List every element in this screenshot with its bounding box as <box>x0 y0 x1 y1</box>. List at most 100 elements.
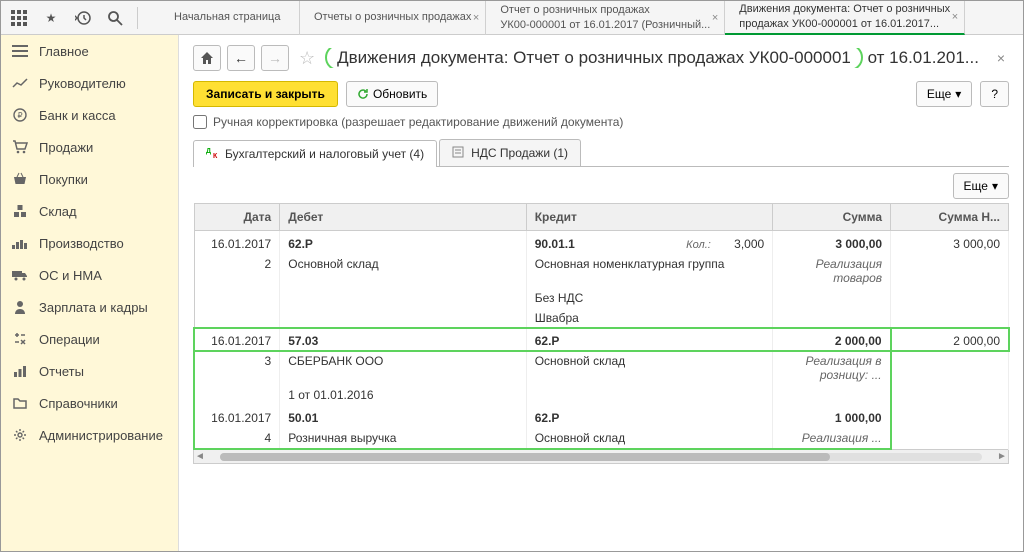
table-row[interactable]: Швабра <box>194 308 1009 328</box>
tab-movements[interactable]: Движения документа: Отчет о розничных пр… <box>725 1 965 35</box>
table-row[interactable]: 3 СБЕРБАНК ООО Основной склад Реализация… <box>194 351 1009 385</box>
table-row[interactable]: 2 Основной склад Основная номенклатурная… <box>194 254 1009 288</box>
cell-debit-account: 62.Р <box>280 231 526 255</box>
close-icon[interactable]: × <box>952 9 958 23</box>
scroll-left-icon[interactable]: ◄ <box>194 451 206 462</box>
tab-retail-report[interactable]: Отчет о розничных продажах УК00-000001 о… <box>486 1 725 35</box>
tab-label-1: Отчет о розничных продажах <box>500 3 710 17</box>
sidebar-item-payroll[interactable]: Зарплата и кадры <box>1 291 178 323</box>
table-more-button[interactable]: Еще ▾ <box>953 173 1009 199</box>
sidebar-item-manager[interactable]: Руководителю <box>1 67 178 99</box>
sidebar-item-label: Операции <box>39 332 100 347</box>
col-date[interactable]: Дата <box>194 204 280 231</box>
cell-sum-n <box>891 405 1009 428</box>
sidebar-item-label: Зарплата и кадры <box>39 300 148 315</box>
star-icon[interactable]: ★ <box>41 8 61 28</box>
table-row[interactable]: 16.01.2017 57.03 62.Р 2 000,00 2 000,00 <box>194 328 1009 351</box>
folder-icon <box>11 395 29 411</box>
sidebar-item-main[interactable]: Главное <box>1 35 178 67</box>
cell-num: 4 <box>194 428 280 449</box>
table-row[interactable]: Без НДС <box>194 288 1009 308</box>
basket-icon <box>11 171 29 187</box>
apps-icon[interactable] <box>9 8 29 28</box>
manual-edit-checkbox[interactable] <box>193 115 207 129</box>
forward-button[interactable]: → <box>261 45 289 71</box>
more-button[interactable]: Еще ▾ <box>916 81 972 107</box>
table-row[interactable]: 16.01.2017 62.Р 90.01.1Кол.: 3,000 3 000… <box>194 231 1009 255</box>
sidebar-item-bank[interactable]: ₽ Банк и касса <box>1 99 178 131</box>
cell-credit-sub1: Основная номенклатурная группа <box>526 254 772 288</box>
sidebar-item-warehouse[interactable]: Склад <box>1 195 178 227</box>
sidebar-item-purchases[interactable]: Покупки <box>1 163 178 195</box>
back-button[interactable]: ← <box>227 45 255 71</box>
cart-icon <box>11 139 29 155</box>
tab-label: Отчеты о розничных продажах <box>314 10 471 24</box>
home-button[interactable] <box>193 45 221 71</box>
cell-date: 16.01.2017 <box>194 231 280 255</box>
col-sum[interactable]: Сумма <box>773 204 891 231</box>
scroll-track[interactable] <box>220 453 982 461</box>
history-icon[interactable] <box>73 8 93 28</box>
table-row[interactable]: 1 от 01.01.2016 <box>194 385 1009 405</box>
subtab-vat[interactable]: НДС Продажи (1) <box>439 139 581 166</box>
gear-icon <box>11 427 29 443</box>
sidebar-item-operations[interactable]: Операции <box>1 323 178 355</box>
col-debit[interactable]: Дебет <box>280 204 526 231</box>
more-label: Еще <box>964 179 988 193</box>
sidebar-item-label: Руководителю <box>39 76 126 91</box>
cell-credit-sub2: Без НДС <box>526 288 772 308</box>
refresh-button[interactable]: Обновить <box>346 81 438 107</box>
chart-line-icon <box>11 75 29 91</box>
cell-date: 16.01.2017 <box>194 328 280 351</box>
sidebar-item-directories[interactable]: Справочники <box>1 387 178 419</box>
cell-note: Реализация ... <box>773 428 891 449</box>
search-icon[interactable] <box>105 8 125 28</box>
sub-tabs: ДК Бухгалтерский и налоговый учет (4) НД… <box>193 139 1009 167</box>
favorite-icon[interactable]: ☆ <box>299 48 315 69</box>
cell-debit-sub1: СБЕРБАНК ООО <box>280 351 526 385</box>
subtab-accounting[interactable]: ДК Бухгалтерский и налоговый учет (4) <box>193 140 437 167</box>
register-icon <box>452 146 466 160</box>
factory-icon <box>11 235 29 251</box>
col-credit[interactable]: Кредит <box>526 204 772 231</box>
save-close-button[interactable]: Записать и закрыть <box>193 81 338 107</box>
close-icon[interactable]: × <box>473 10 479 24</box>
sidebar: Главное Руководителю ₽ Банк и касса Прод… <box>1 35 179 551</box>
col-sum-n[interactable]: Сумма Н... <box>891 204 1009 231</box>
sidebar-item-label: Отчеты <box>39 364 84 379</box>
table-header-row: Дата Дебет Кредит Сумма Сумма Н... <box>194 204 1009 231</box>
sidebar-item-assets[interactable]: ОС и НМА <box>1 259 178 291</box>
close-icon[interactable]: × <box>993 50 1009 66</box>
subtab-label: НДС Продажи (1) <box>471 146 568 160</box>
svg-text:К: К <box>213 153 218 159</box>
sidebar-item-sales[interactable]: Продажи <box>1 131 178 163</box>
ruble-icon: ₽ <box>11 107 29 123</box>
cell-debit-sub1: Основной склад <box>280 254 526 288</box>
chevron-down-icon: ▾ <box>992 179 998 193</box>
scroll-thumb[interactable] <box>220 453 830 461</box>
tab-reports[interactable]: Отчеты о розничных продажах × <box>300 1 486 35</box>
sidebar-item-reports[interactable]: Отчеты <box>1 355 178 387</box>
separator <box>137 7 138 29</box>
help-button[interactable]: ? <box>980 81 1009 107</box>
table-row[interactable]: 16.01.2017 50.01 62.Р 1 000,00 <box>194 405 1009 428</box>
sidebar-item-label: ОС и НМА <box>39 268 102 283</box>
sidebar-item-label: Покупки <box>39 172 88 187</box>
cell-credit-sub1: Основной склад <box>526 428 772 449</box>
horizontal-scrollbar[interactable]: ◄ ► <box>193 450 1009 464</box>
sidebar-item-production[interactable]: Производство <box>1 227 178 259</box>
page-title-suffix: от 16.01.201... <box>863 48 979 67</box>
table-row[interactable]: 4 Розничная выручка Основной склад Реали… <box>194 428 1009 449</box>
cell-credit-account: 62.Р <box>526 328 772 351</box>
svg-text:₽: ₽ <box>17 111 22 120</box>
cell-sum-n: 3 000,00 <box>891 231 1009 255</box>
cell-debit-account: 50.01 <box>280 405 526 428</box>
close-icon[interactable]: × <box>712 10 718 24</box>
sidebar-item-label: Банк и касса <box>39 108 116 123</box>
tab-label-2: УК00-000001 от 16.01.2017 (Розничный... <box>500 18 710 32</box>
scroll-right-icon[interactable]: ► <box>996 451 1008 462</box>
sidebar-item-admin[interactable]: Администрирование <box>1 419 178 451</box>
svg-text:Д: Д <box>206 148 211 155</box>
action-bar: Записать и закрыть Обновить Еще ▾ ? <box>193 81 1009 107</box>
tab-start[interactable]: Начальная страница <box>160 1 300 35</box>
